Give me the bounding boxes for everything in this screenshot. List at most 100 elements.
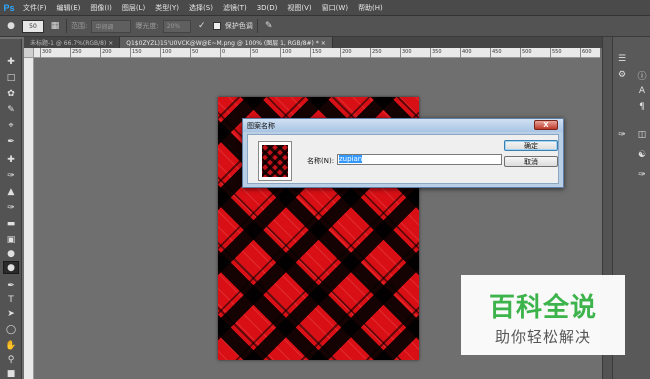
ruler-tick-label: 50: [192, 49, 199, 55]
vertical-ruler[interactable]: [24, 58, 34, 379]
brush-size-picker[interactable]: 50: [22, 19, 44, 33]
healing-tool-icon[interactable]: ✚: [3, 153, 19, 166]
menu-filter[interactable]: 滤镜(T): [218, 3, 252, 13]
move-tool-icon[interactable]: ✚: [3, 55, 19, 68]
dodge-tool-icon[interactable]: ●: [3, 261, 19, 274]
ruler-tick: [100, 48, 101, 58]
blur-tool-icon[interactable]: ●: [3, 247, 19, 260]
menu-edit[interactable]: 编辑(E): [52, 3, 86, 13]
channels-panel-icon[interactable]: ☯: [635, 149, 649, 161]
ok-button[interactable]: 确定: [504, 140, 558, 151]
dialog-titlebar[interactable]: 图案名称: [243, 119, 563, 132]
crop-tool-icon[interactable]: ⌖: [3, 119, 19, 132]
type-tool-icon[interactable]: T: [3, 293, 19, 306]
quick-select-tool-icon[interactable]: ✎: [3, 103, 19, 116]
ruler-tick: [520, 48, 521, 58]
document-tabs: 未标题-1 @ 66.7%(RGB/8) × Q1$0ZYZL)15'U0VCK…: [24, 37, 602, 48]
menu-file[interactable]: 文件(F): [18, 3, 52, 13]
zoom-tool-icon[interactable]: ⚲: [3, 353, 19, 366]
ruler-tick-label: 150: [132, 49, 142, 55]
stamp-tool-icon[interactable]: ▲: [3, 185, 19, 198]
menu-image[interactable]: 图像(I): [85, 3, 117, 13]
ruler-tick: [370, 48, 371, 58]
horizontal-ruler[interactable]: 300 250 200 150 100 50 0 50 100 150 200 250 300 350 40…: [34, 48, 600, 58]
menu-select[interactable]: 选择(S): [184, 3, 218, 13]
brush-panel-icon[interactable]: ✑: [615, 129, 629, 141]
properties-panel-icon[interactable]: ⚙: [615, 69, 629, 81]
ruler-tick: [490, 48, 491, 58]
ruler-tick-label: 300: [402, 49, 412, 55]
eraser-tool-icon[interactable]: ▬: [3, 217, 19, 230]
ruler-tick: [340, 48, 341, 58]
ruler-tick: [190, 48, 191, 58]
pressure-icon[interactable]: ✎: [262, 19, 276, 33]
ruler-tick-label: 100: [162, 49, 172, 55]
ruler-tick: [580, 48, 581, 58]
ruler-tick-label: 400: [462, 49, 472, 55]
paths-panel-icon[interactable]: ✑: [635, 169, 649, 181]
ruler-tick: [400, 48, 401, 58]
menu-type[interactable]: 类型(Y): [150, 3, 184, 13]
ruler-tick: [160, 48, 161, 58]
range-select[interactable]: 中间调: [91, 19, 132, 33]
ruler-tick-label: 350: [432, 49, 442, 55]
layers-panel-icon[interactable]: ◫: [635, 129, 649, 141]
ruler-tick: [310, 48, 311, 58]
ruler-tick-label: 250: [372, 49, 382, 55]
watermark-logo: 百科全说 助你轻松解决: [461, 275, 625, 355]
menu-3d[interactable]: 3D(D): [252, 4, 283, 12]
exposure-input[interactable]: 20%: [162, 19, 191, 33]
history-brush-tool-icon[interactable]: ✑: [3, 201, 19, 214]
color-swatch-icon[interactable]: ■: [3, 367, 19, 379]
tab-untitled-label: 未标题-1 @ 66.7%(RGB/8): [30, 40, 107, 47]
dialog-body: 名称(N): zupian 确定 取消: [247, 134, 559, 184]
ruler-tick: [40, 48, 41, 58]
menu-help[interactable]: 帮助(H): [353, 3, 388, 13]
cancel-button[interactable]: 取消: [504, 156, 558, 167]
ruler-tick-label: 250: [72, 49, 82, 55]
marquee-tool-icon[interactable]: □: [3, 71, 19, 84]
ruler-tick-label: 500: [522, 49, 532, 55]
ruler-tick-label: 100: [282, 49, 292, 55]
dodge-tool-icon[interactable]: ●: [4, 19, 18, 33]
lasso-tool-icon[interactable]: ✿: [3, 87, 19, 100]
hand-tool-icon[interactable]: ✋: [3, 339, 19, 352]
menu-layer[interactable]: 图层(L): [117, 3, 150, 13]
ruler-origin[interactable]: [24, 48, 34, 58]
separator: [256, 19, 258, 33]
pattern-name-input[interactable]: zupian: [337, 154, 502, 165]
ruler-tick-label: 50: [252, 49, 259, 55]
exposure-label: 曝光度:: [135, 22, 159, 30]
photoshop-logo: Ps: [3, 2, 15, 13]
dialog-title: 图案名称: [247, 121, 275, 130]
ruler-tick: [430, 48, 431, 58]
brush-tool-icon[interactable]: ✑: [3, 169, 19, 182]
tab-pattern-png[interactable]: Q1$0ZYZL)15'U0VCK@W@E~M.png @ 100% (图层 1…: [120, 37, 333, 48]
eyedropper-tool-icon[interactable]: ✒: [3, 135, 19, 148]
character-panel-icon[interactable]: A: [635, 85, 649, 97]
ruler-tick-label: 200: [342, 49, 352, 55]
menu-window[interactable]: 窗口(W): [317, 3, 353, 13]
ruler-tick: [460, 48, 461, 58]
ruler-tick: [70, 48, 71, 58]
protect-tone-checkbox[interactable]: [212, 22, 221, 30]
airbrush-icon[interactable]: ✓: [195, 19, 209, 33]
separator: [66, 19, 67, 33]
tab-untitled[interactable]: 未标题-1 @ 66.7%(RGB/8) ×: [24, 37, 121, 48]
brush-panel-icon[interactable]: ▦: [48, 19, 62, 33]
pen-tool-icon[interactable]: ✒: [3, 279, 19, 292]
pattern-preview: [258, 141, 292, 181]
gradient-tool-icon[interactable]: ▣: [3, 233, 19, 246]
ruler-tick: [280, 48, 281, 58]
shape-tool-icon[interactable]: ◯: [3, 323, 19, 336]
menu-view[interactable]: 视图(V): [282, 3, 316, 13]
tab-pattern-png-label: Q1$0ZYZL)15'U0VCK@W@E~M.png @ 100% (图层 1…: [126, 40, 319, 47]
pattern-name-value: zupian: [339, 155, 363, 163]
path-select-tool-icon[interactable]: ➤: [3, 307, 19, 320]
ruler-tick: [130, 48, 131, 58]
menu-bar: Ps 文件(F) 编辑(E) 图像(I) 图层(L) 类型(Y) 选择(S) 滤…: [0, 0, 650, 16]
paragraph-panel-icon[interactable]: ¶: [635, 101, 649, 113]
close-button[interactable]: X: [534, 120, 558, 130]
history-panel-icon[interactable]: ☰: [615, 53, 629, 65]
info-panel-icon[interactable]: ⓘ: [635, 69, 649, 82]
